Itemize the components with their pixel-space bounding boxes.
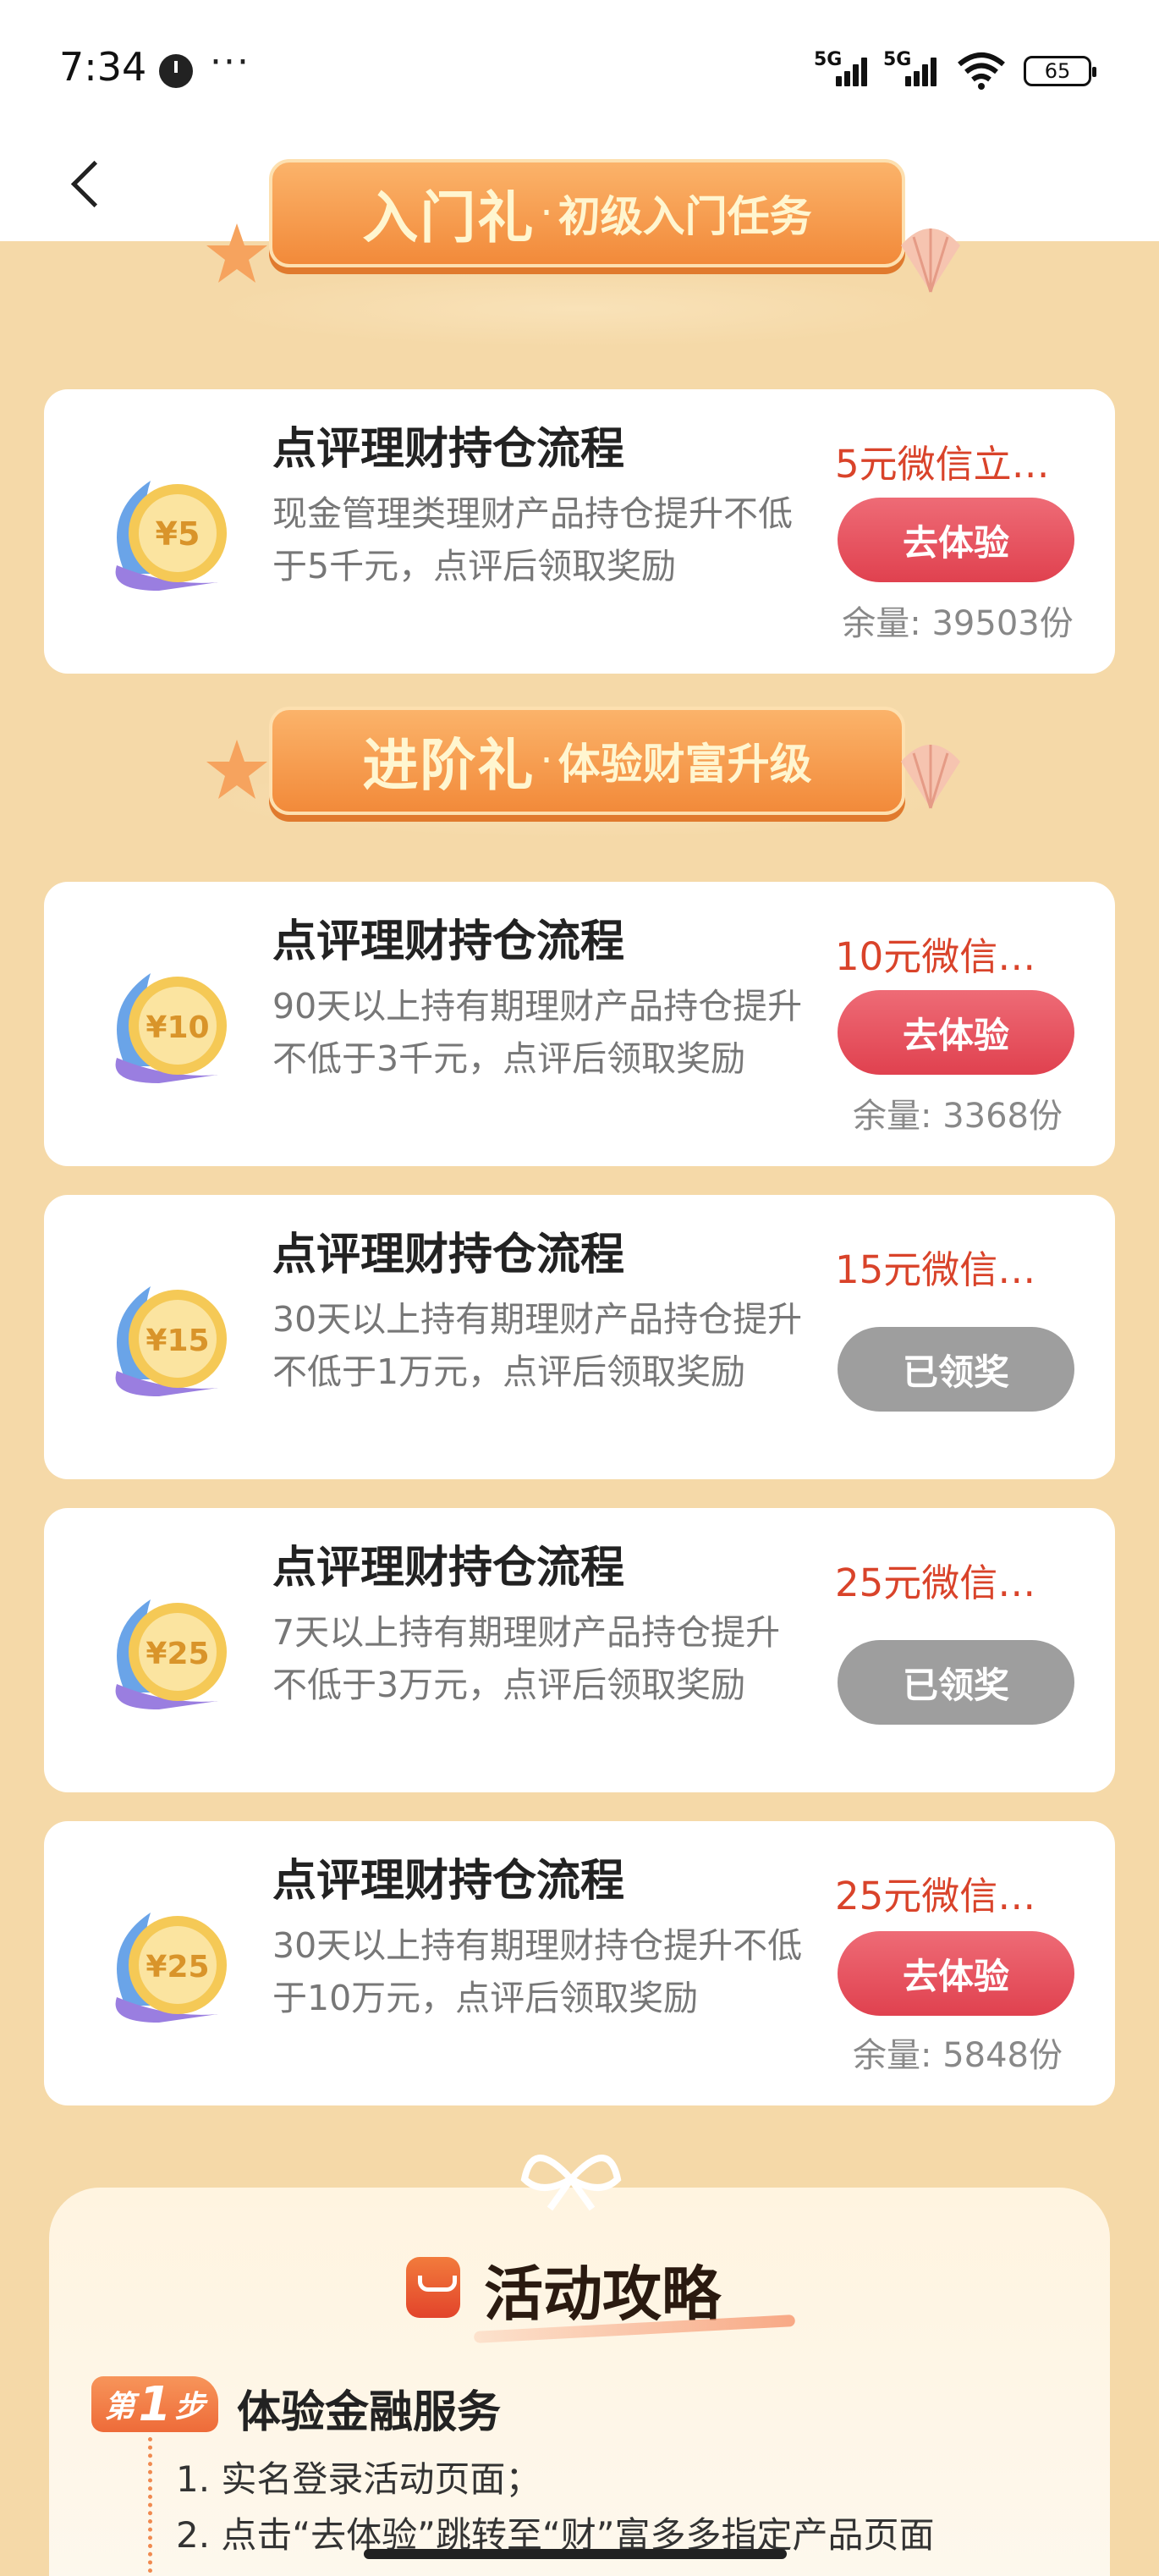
shell-icon bbox=[901, 228, 960, 293]
step-badge: 第 1 步 bbox=[91, 2376, 218, 2432]
coin-value: ¥10 bbox=[146, 1010, 209, 1045]
coin-value: ¥25 bbox=[146, 1637, 209, 1671]
step-suffix: 步 bbox=[174, 2390, 206, 2425]
try-button[interactable]: 去体验 bbox=[838, 498, 1074, 582]
task-title: 点评理财持仓流程 bbox=[272, 916, 625, 967]
banner-dot: · bbox=[540, 190, 553, 237]
task-description: 7天以上持有期理财产品持仓提升不低于3万元，点评后领取奖励 bbox=[272, 1612, 781, 1705]
coin-value: ¥5 bbox=[156, 515, 200, 553]
banner-title: 进阶礼 bbox=[362, 733, 536, 798]
task-card: ¥15 点评理财持仓流程 30天以上持有期理财产品持仓提升不低于1万元，点评后领… bbox=[44, 1195, 1115, 1479]
try-button[interactable]: 去体验 bbox=[838, 1931, 1074, 2016]
banner-subtitle: 初级入门任务 bbox=[558, 192, 812, 241]
status-time: 7:34 bbox=[59, 44, 147, 90]
task-card: ¥5 点评理财持仓流程 现金管理类理财产品持仓提升不低于5千元，点评后领取奖励 … bbox=[44, 389, 1115, 674]
signal-label: 5G bbox=[814, 49, 843, 70]
banner-dot: · bbox=[540, 737, 553, 784]
banner-subtitle: 体验财富升级 bbox=[558, 740, 812, 789]
battery-icon: 65 bbox=[1024, 56, 1096, 86]
wifi-icon bbox=[958, 52, 1005, 90]
starfish-icon bbox=[206, 740, 267, 799]
claimed-button[interactable]: 已领奖 bbox=[838, 1327, 1074, 1412]
home-indicator[interactable] bbox=[364, 2549, 787, 2559]
task-card: ¥10 点评理财持仓流程 90天以上持有期理财产品持仓提升不低于3千元，点评后领… bbox=[44, 882, 1115, 1166]
task-title: 点评理财持仓流程 bbox=[272, 424, 625, 475]
step-title: 体验金融服务 bbox=[237, 2387, 502, 2438]
status-bar: 7:34 ··· 5G 5G 65 bbox=[0, 0, 1159, 135]
task-description: 现金管理类理财产品持仓提升不低于5千元，点评后领取奖励 bbox=[272, 493, 793, 586]
reward-label: 15元微信… bbox=[835, 1247, 1036, 1292]
step-prefix: 第 bbox=[104, 2390, 135, 2425]
task-title: 点评理财持仓流程 bbox=[272, 1543, 625, 1593]
section-banner-intro: 入门礼 · 初级入门任务 bbox=[0, 159, 1159, 355]
reward-label: 25元微信… bbox=[835, 1874, 1036, 1918]
coin-icon: ¥5 bbox=[115, 481, 227, 591]
task-card: ¥25 点评理财持仓流程 30天以上持有期理财持仓提升不低于10万元，点评后领取… bbox=[44, 1821, 1115, 2105]
wallet-icon bbox=[406, 2257, 460, 2318]
bow-icon bbox=[520, 2155, 622, 2211]
coin-icon: ¥15 bbox=[115, 1286, 227, 1396]
try-button[interactable]: 去体验 bbox=[838, 990, 1074, 1075]
task-description: 90天以上持有期理财产品持仓提升不低于3千元，点评后领取奖励 bbox=[272, 986, 803, 1079]
coin-value: ¥15 bbox=[146, 1324, 209, 1358]
remaining-count: 余量: 39503份 bbox=[842, 604, 1074, 643]
claimed-button[interactable]: 已领奖 bbox=[838, 1640, 1074, 1725]
notification-dot-icon bbox=[159, 54, 193, 88]
task-description: 30天以上持有期理财产品持仓提升不低于1万元，点评后领取奖励 bbox=[272, 1299, 803, 1392]
task-description: 30天以上持有期理财持仓提升不低于10万元，点评后领取奖励 bbox=[272, 1925, 803, 2018]
task-title: 点评理财持仓流程 bbox=[272, 1230, 625, 1280]
starfish-icon bbox=[206, 223, 267, 283]
coin-icon: ¥25 bbox=[115, 1599, 227, 1709]
status-more: ··· bbox=[210, 41, 250, 84]
signal-icon: 5G bbox=[883, 49, 942, 86]
remaining-count: 余量: 5848份 bbox=[853, 2036, 1063, 2075]
step-instruction: 1. 实名登录活动页面； bbox=[176, 2458, 541, 2500]
remaining-count: 余量: 3368份 bbox=[853, 1097, 1063, 1136]
coin-value: ¥25 bbox=[146, 1950, 209, 1984]
banner-title: 入门礼 bbox=[362, 185, 536, 250]
reward-label: 5元微信立… bbox=[835, 442, 1050, 487]
signal-label: 5G bbox=[883, 49, 912, 70]
section-banner-advanced: 进阶礼 · 体验财富升级 bbox=[0, 694, 1159, 846]
step-number: 1 bbox=[138, 2376, 172, 2432]
task-title: 点评理财持仓流程 bbox=[272, 1856, 625, 1907]
coin-icon: ¥25 bbox=[115, 1913, 227, 2023]
shell-icon bbox=[901, 745, 960, 809]
signal-icon: 5G bbox=[814, 49, 873, 86]
task-card: ¥25 点评理财持仓流程 7天以上持有期理财产品持仓提升不低于3万元，点评后领取… bbox=[44, 1508, 1115, 1792]
reward-label: 25元微信… bbox=[835, 1560, 1036, 1605]
coin-icon: ¥10 bbox=[115, 973, 227, 1083]
reward-label: 10元微信… bbox=[835, 934, 1036, 979]
